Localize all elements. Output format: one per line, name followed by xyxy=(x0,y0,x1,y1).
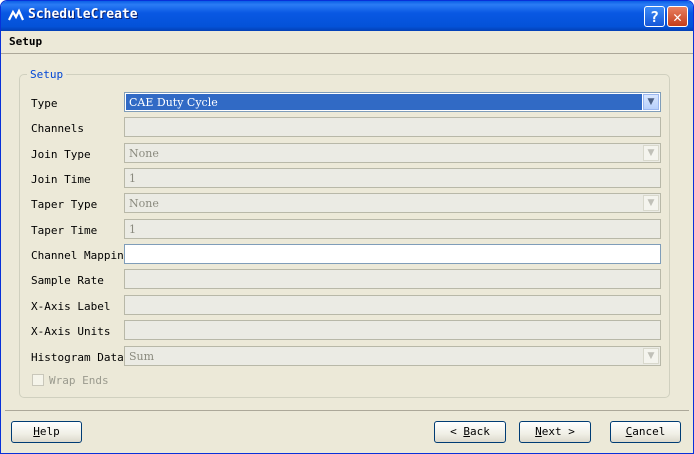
chevron-down-icon[interactable]: ▼ xyxy=(643,94,659,110)
back-button-pre: < xyxy=(450,425,464,438)
window-title: ScheduleCreate xyxy=(28,7,138,22)
taper-type-select[interactable]: None ▼ xyxy=(124,193,661,213)
taper-type-value: None xyxy=(129,197,159,210)
page-title: Setup xyxy=(9,35,43,48)
taper-type-label: Taper Type xyxy=(31,198,98,211)
x-axis-label-label: X-Axis Label xyxy=(31,300,111,313)
taper-time-label: Taper Time xyxy=(31,224,98,237)
chevron-down-icon[interactable]: ▼ xyxy=(643,348,659,364)
x-axis-units-label: X-Axis Units xyxy=(31,325,111,338)
type-select-value: CAE Duty Cycle xyxy=(126,94,642,110)
channel-mapping-label: Channel Mapping xyxy=(31,249,131,262)
histogram-data-select[interactable]: Sum ▼ xyxy=(124,346,661,366)
sample-rate-field[interactable] xyxy=(124,269,661,289)
x-axis-units-field[interactable] xyxy=(124,320,661,340)
join-type-label: Join Type xyxy=(31,148,91,161)
channels-field[interactable] xyxy=(124,117,661,137)
close-button[interactable]: ✕ xyxy=(667,6,688,27)
cancel-button-post: ancel xyxy=(632,425,666,438)
help-button-post: elp xyxy=(39,425,60,438)
join-type-value: None xyxy=(129,147,159,160)
histogram-data-label: Histogram Data xyxy=(31,351,124,364)
setup-group-legend: Setup xyxy=(27,68,67,81)
join-type-select[interactable]: None ▼ xyxy=(124,143,661,163)
chevron-down-icon[interactable]: ▼ xyxy=(643,195,659,211)
page-header: Setup xyxy=(1,31,693,54)
back-button-post: ack xyxy=(470,425,490,438)
back-button-key: B xyxy=(463,425,470,438)
footer-divider xyxy=(5,410,689,411)
title-bar[interactable]: ScheduleCreate ? ✕ xyxy=(1,1,693,31)
next-button-post: ext > xyxy=(541,425,575,438)
help-button[interactable]: Help xyxy=(11,421,82,443)
sample-rate-label: Sample Rate xyxy=(31,274,104,287)
next-button-key: N xyxy=(535,425,542,438)
schedule-create-window: ScheduleCreate ? ✕ Setup Setup Type CAE … xyxy=(0,0,694,454)
x-axis-label-field[interactable] xyxy=(124,295,661,315)
help-button-key: H xyxy=(33,425,40,438)
wrap-ends-checkbox[interactable] xyxy=(32,374,44,386)
join-time-field[interactable]: 1 xyxy=(124,168,661,188)
join-time-label: Join Time xyxy=(31,173,91,186)
app-icon xyxy=(7,8,25,24)
next-button[interactable]: Next > xyxy=(519,421,591,443)
channels-label: Channels xyxy=(31,122,84,135)
type-select[interactable]: CAE Duty Cycle ▼ xyxy=(124,92,661,112)
wrap-ends-label: Wrap Ends xyxy=(49,374,109,387)
channel-mapping-field[interactable] xyxy=(124,244,661,264)
cancel-button[interactable]: Cancel xyxy=(610,421,681,443)
help-title-button[interactable]: ? xyxy=(644,6,665,27)
type-label: Type xyxy=(31,97,58,110)
histogram-data-value: Sum xyxy=(129,350,155,363)
taper-time-field[interactable]: 1 xyxy=(124,219,661,239)
back-button[interactable]: < Back xyxy=(434,421,506,443)
chevron-down-icon[interactable]: ▼ xyxy=(643,145,659,161)
